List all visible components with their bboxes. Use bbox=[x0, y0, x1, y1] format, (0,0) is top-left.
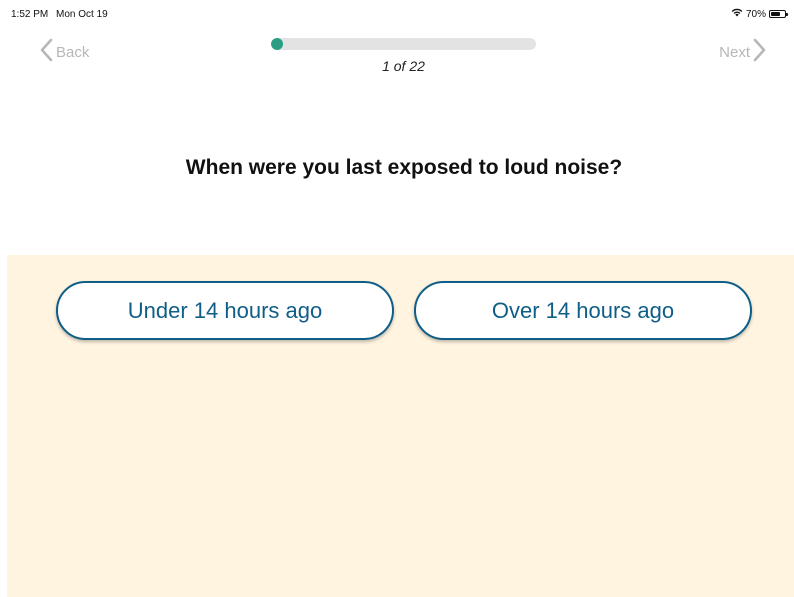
wifi-icon bbox=[731, 8, 743, 20]
back-label: Back bbox=[56, 43, 90, 61]
status-indicators: 70% bbox=[731, 8, 788, 20]
chevron-right-icon bbox=[752, 38, 766, 66]
answer-under-14-hours-button[interactable]: Under 14 hours ago bbox=[56, 281, 394, 340]
next-button[interactable]: Next bbox=[719, 38, 766, 66]
answer-over-14-hours-button[interactable]: Over 14 hours ago bbox=[414, 281, 752, 340]
status-date: Mon Oct 19 bbox=[56, 9, 108, 20]
progress-fill bbox=[271, 38, 284, 50]
progress-bar bbox=[271, 38, 536, 50]
chevron-left-icon bbox=[40, 38, 54, 66]
question-text: When were you last exposed to loud noise… bbox=[185, 156, 623, 179]
back-button[interactable]: Back bbox=[40, 38, 89, 66]
survey-screen: 1:52 PM Mon Oct 19 70% Back 1 of 22 Next… bbox=[0, 0, 794, 597]
answer-panel: Under 14 hours ago Over 14 hours ago bbox=[7, 255, 794, 597]
next-label: Next bbox=[719, 43, 750, 61]
status-time: 1:52 PM bbox=[11, 9, 49, 20]
battery-icon bbox=[769, 10, 788, 18]
progress-label: 1 of 22 bbox=[382, 58, 425, 74]
battery-fill bbox=[771, 12, 781, 16]
battery-percent: 70% bbox=[745, 8, 766, 20]
status-bar: 1:52 PM Mon Oct 19 70% bbox=[0, 0, 794, 28]
